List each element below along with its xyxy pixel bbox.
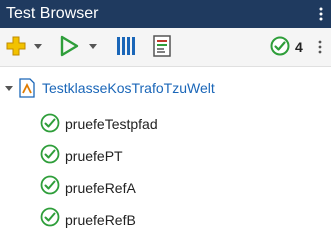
passed-icon <box>40 175 60 195</box>
more-options-icon[interactable] <box>319 6 323 22</box>
tree-item[interactable]: pruefeRefB <box>0 207 331 231</box>
toolbar-more-icon[interactable] <box>318 39 322 55</box>
passed-icon <box>40 144 60 164</box>
passed-count: 4 <box>295 39 303 55</box>
tree-item[interactable]: pruefePT <box>0 143 331 167</box>
parallel-run-icon[interactable] <box>115 35 137 57</box>
add-tests-dropdown-icon[interactable] <box>33 43 43 51</box>
tree-root-label: TestklasseKosTrafoTzuWelt <box>42 80 215 96</box>
tree-item-label: pruefePT <box>65 148 123 164</box>
test-class-file-icon <box>19 78 35 98</box>
tree-item-label: pruefeRefA <box>65 180 136 196</box>
collapse-chevron-icon[interactable] <box>4 85 14 93</box>
tree-item-label: pruefeRefB <box>65 212 136 228</box>
tree-item-label: pruefeTestpfad <box>65 116 158 132</box>
tree-item[interactable]: pruefeRefA <box>0 175 331 199</box>
toolbar: 4 <box>0 28 331 67</box>
run-dropdown-icon[interactable] <box>88 43 98 51</box>
title-bar: Test Browser <box>0 0 331 28</box>
passed-icon <box>40 207 60 227</box>
tree-item[interactable]: pruefeTestpfad <box>0 111 331 135</box>
add-tests-button[interactable] <box>4 34 28 58</box>
passed-status-icon <box>270 36 290 56</box>
run-button[interactable] <box>58 35 80 57</box>
passed-icon <box>40 113 60 133</box>
report-icon[interactable] <box>152 34 172 58</box>
tree-root-row[interactable]: TestklasseKosTrafoTzuWelt <box>0 76 331 100</box>
window-title: Test Browser <box>6 5 99 22</box>
